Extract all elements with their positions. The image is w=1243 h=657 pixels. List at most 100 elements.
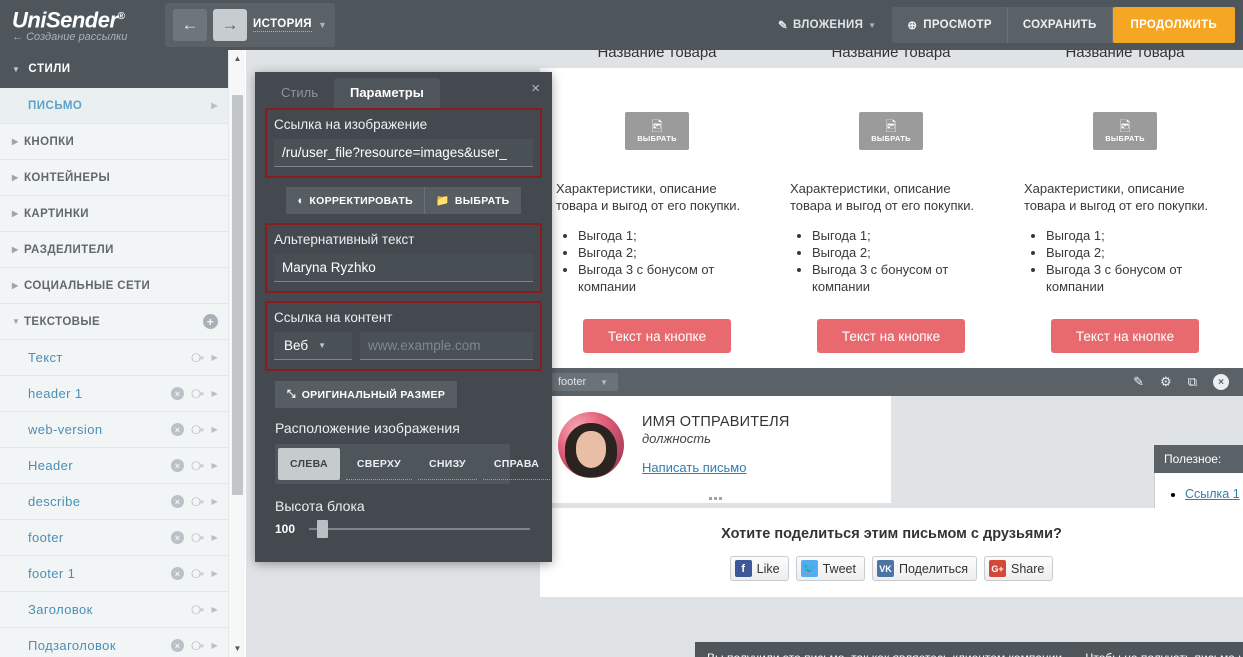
- list-item: Выгода 3 с бонусом от компании: [812, 261, 992, 295]
- avatar: [558, 411, 624, 478]
- slider-track[interactable]: [309, 520, 530, 538]
- alt-text-input[interactable]: [274, 254, 533, 282]
- copy-icon[interactable]: ⧂: [191, 458, 204, 474]
- copy-icon[interactable]: ⧂: [191, 494, 204, 510]
- chevron-down-icon: ▼: [318, 341, 327, 350]
- continue-button[interactable]: ПРОДОЛЖИТЬ: [1112, 7, 1235, 43]
- product-description: Характеристики, описание товара и выгод …: [1024, 181, 1209, 213]
- share-vk-button[interactable]: VK Поделиться: [871, 556, 977, 581]
- placement-option-left[interactable]: СЛЕВА: [278, 448, 340, 480]
- delete-icon[interactable]: ×: [171, 531, 185, 544]
- write-email-link[interactable]: Написать письмо: [642, 460, 790, 475]
- content-link-label: Ссылка на контент: [274, 310, 393, 325]
- sidebar-scrollbar[interactable]: ▲ ▼: [228, 50, 245, 657]
- sidebar-item-web-version[interactable]: web-version × ⧂ ▶: [0, 412, 228, 448]
- sidebar-item-kartinki[interactable]: ▶ КАРТИНКИ: [0, 196, 228, 232]
- sidebar-item-footer-1[interactable]: footer 1 × ⧂ ▶: [0, 556, 228, 592]
- sidebar-item-footer[interactable]: footer × ⧂ ▶: [0, 520, 228, 556]
- sidebar-item-knopki[interactable]: ▶ КНОПКИ: [0, 124, 228, 160]
- product-cta-button[interactable]: Текст на кнопке: [583, 319, 731, 353]
- adjust-image-button[interactable]: ◐ КОРРЕКТИРОВАТЬ: [286, 187, 424, 214]
- delete-icon[interactable]: ×: [171, 567, 185, 580]
- gear-icon[interactable]: ⚙: [1160, 374, 1172, 390]
- chevron-right-icon: ▶: [211, 425, 218, 434]
- close-icon[interactable]: ×: [531, 80, 540, 97]
- share-label: Tweet: [822, 561, 856, 576]
- brand-logo[interactable]: UniSender® ← Создание рассылки: [0, 6, 160, 44]
- sidebar-item-tekst[interactable]: Текст ⧂ ▶: [0, 340, 228, 376]
- delete-icon[interactable]: ×: [171, 639, 185, 652]
- sidebar-item-describe[interactable]: describe × ⧂ ▶: [0, 484, 228, 520]
- sidebar-item-header[interactable]: Header × ⧂ ▶: [0, 448, 228, 484]
- sidebar-item-header-1[interactable]: header 1 × ⧂ ▶: [0, 376, 228, 412]
- image-picker-button[interactable]: 🖻 ВЫБРАТЬ: [859, 112, 923, 150]
- sidebar-item-social[interactable]: ▶ СОЦИАЛЬНЫЕ СЕТИ: [0, 268, 228, 304]
- choose-image-button[interactable]: 📁 ВЫБРАТЬ: [423, 187, 521, 214]
- tab-parameters[interactable]: Параметры: [333, 78, 440, 108]
- copy-icon[interactable]: ⧂: [191, 350, 204, 366]
- product-cta-button[interactable]: Текст на кнопке: [1051, 319, 1199, 353]
- undo-button[interactable]: ←: [173, 9, 207, 41]
- placement-option-right[interactable]: СПРАВА: [482, 449, 551, 480]
- tab-style[interactable]: Стиль: [265, 78, 334, 108]
- block-height-slider[interactable]: 100: [275, 520, 530, 538]
- product-titles-row: Название товара Название товара Название…: [540, 50, 1243, 66]
- copy-icon[interactable]: ⧂: [191, 566, 204, 582]
- delete-icon[interactable]: ×: [171, 495, 185, 508]
- share-twitter-button[interactable]: 🐦 Tweet: [795, 556, 865, 581]
- sidebar-item-pismo[interactable]: ПИСЬМО ▶: [0, 88, 228, 124]
- top-toolbar: UniSender® ← Создание рассылки ← → ИСТОР…: [0, 0, 1243, 50]
- sidebar-item-konteynery[interactable]: ▶ КОНТЕЙНЕРЫ: [0, 160, 228, 196]
- delete-icon[interactable]: ×: [171, 387, 185, 400]
- copy-icon[interactable]: ⧂: [191, 602, 204, 618]
- save-button[interactable]: СОХРАНИТЬ: [1007, 7, 1113, 43]
- sidebar-item-tekstovye[interactable]: ▼ ТЕКСТОВЫЕ +: [0, 304, 228, 340]
- image-actions-row: ◐ КОРРЕКТИРОВАТЬ 📁 ВЫБРАТЬ: [265, 187, 542, 214]
- preview-button[interactable]: ⊕ ПРОСМОТР: [892, 7, 1008, 43]
- attachments-dropdown[interactable]: ✎ ВЛОЖЕНИЯ ▼: [778, 18, 876, 32]
- copy-icon[interactable]: ⧂: [191, 422, 204, 438]
- original-size-button[interactable]: ⤡ ОРИГИНАЛЬНЫЙ РАЗМЕР: [275, 381, 458, 408]
- copy-icon[interactable]: ⧉: [1188, 374, 1197, 390]
- edit-icon[interactable]: ✎: [1133, 374, 1144, 390]
- image-link-input[interactable]: [274, 139, 533, 167]
- scroll-up-button[interactable]: ▲: [229, 50, 246, 67]
- close-icon[interactable]: ×: [1213, 374, 1229, 390]
- copy-icon[interactable]: ⧂: [191, 386, 204, 402]
- back-arrow-icon[interactable]: ←: [12, 31, 23, 43]
- chevron-right-icon: ▶: [12, 137, 19, 146]
- useful-link[interactable]: Ссылка 1: [1185, 487, 1240, 501]
- block-name-dropdown[interactable]: footer ▼: [548, 373, 619, 391]
- share-google-button[interactable]: G+ Share: [983, 556, 1054, 581]
- sidebar-item-zagolovok[interactable]: Заголовок ⧂ ▶: [0, 592, 228, 628]
- copy-icon[interactable]: ⧂: [191, 638, 204, 654]
- save-label: СОХРАНИТЬ: [1022, 19, 1097, 31]
- image-picker-label: ВЫБРАТЬ: [637, 134, 677, 143]
- share-buttons: f Like 🐦 Tweet VK Поделиться G+ Share: [540, 556, 1243, 581]
- placement-option-top[interactable]: СВЕРХУ: [345, 449, 412, 480]
- slider-handle[interactable]: [317, 520, 328, 538]
- copy-icon[interactable]: ⧂: [191, 530, 204, 546]
- sidebar-item-podzagolovok[interactable]: Подзаголовок × ⧂ ▶: [0, 628, 228, 657]
- image-picker-button[interactable]: 🖻 ВЫБРАТЬ: [625, 112, 689, 150]
- sidebar-item-razdeliteli[interactable]: ▶ РАЗДЕЛИТЕЛИ: [0, 232, 228, 268]
- sidebar-header-styles[interactable]: ▼ СТИЛИ: [0, 50, 228, 88]
- drag-handle[interactable]: [540, 493, 891, 503]
- image-link-label: Ссылка на изображение: [274, 117, 428, 132]
- delete-icon[interactable]: ×: [171, 423, 185, 436]
- placement-option-bottom[interactable]: СНИЗУ: [417, 449, 477, 480]
- redo-button[interactable]: →: [213, 9, 247, 41]
- share-facebook-button[interactable]: f Like: [729, 556, 789, 581]
- product-cta-button[interactable]: Текст на кнопке: [817, 319, 965, 353]
- history-dropdown[interactable]: ИСТОРИЯ ▼: [253, 18, 327, 32]
- add-text-style-button[interactable]: +: [203, 314, 218, 329]
- scroll-down-button[interactable]: ▼: [229, 640, 246, 657]
- image-picker-button[interactable]: 🖻 ВЫБРАТЬ: [1093, 112, 1157, 150]
- content-url-input[interactable]: [360, 332, 533, 360]
- content-type-dropdown[interactable]: Веб ▼: [274, 332, 352, 360]
- delete-icon[interactable]: ×: [171, 459, 185, 472]
- image-picker-label: ВЫБРАТЬ: [1105, 134, 1145, 143]
- sender-role: должность: [642, 431, 711, 446]
- sidebar-item-label: КАРТИНКИ: [24, 207, 89, 220]
- scrollbar-thumb[interactable]: [232, 95, 243, 495]
